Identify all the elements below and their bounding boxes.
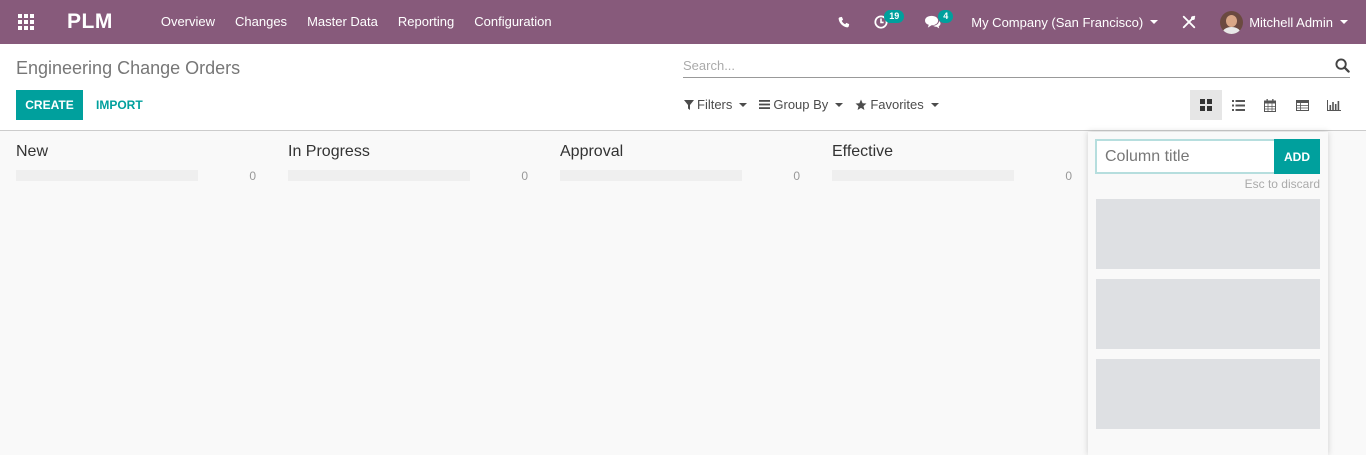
column-progress-bar[interactable] <box>16 170 198 181</box>
main-menu: Overview Changes Master Data Reporting C… <box>151 0 562 44</box>
filter-icon <box>684 99 694 110</box>
message-badge: 4 <box>938 10 954 23</box>
pivot-table-icon <box>1295 99 1309 111</box>
menu-item-overview[interactable]: Overview <box>151 0 225 44</box>
pivot-view-button[interactable] <box>1286 90 1318 120</box>
app-brand[interactable]: PLM <box>67 10 113 34</box>
import-button[interactable]: IMPORT <box>88 90 151 120</box>
company-name: My Company (San Francisco) <box>971 14 1144 30</box>
column-progress-bar[interactable] <box>288 170 470 181</box>
create-button[interactable]: CREATE <box>16 90 83 120</box>
company-switcher[interactable]: My Company (San Francisco) <box>963 15 1170 30</box>
filters-dropdown[interactable]: Filters <box>684 97 748 112</box>
user-menu[interactable]: Mitchell Admin <box>1208 10 1366 34</box>
apps-menu-icon[interactable] <box>4 0 48 44</box>
kanban-icon <box>1200 99 1212 111</box>
chevron-down-icon <box>1340 20 1348 24</box>
messages-icon[interactable]: 4 <box>912 0 954 44</box>
kanban-board: New 0 In Progress 0 Approval 0 Effective… <box>0 132 1366 455</box>
kanban-column-in-progress[interactable]: In Progress 0 <box>272 132 528 455</box>
list-icon <box>1231 99 1245 111</box>
bars-icon <box>759 100 771 109</box>
filters-label: Filters <box>697 97 733 112</box>
control-panel: Engineering Change Orders CREATE IMPORT … <box>0 44 1366 131</box>
column-title[interactable]: Approval <box>560 143 623 161</box>
debug-tools-icon[interactable] <box>1170 0 1208 44</box>
ghost-card <box>1096 279 1320 349</box>
column-title[interactable]: Effective <box>832 143 893 161</box>
column-count: 0 <box>249 169 256 183</box>
kanban-column-approval[interactable]: Approval 0 <box>544 132 800 455</box>
search-input[interactable] <box>683 56 1323 73</box>
favorites-label: Favorites <box>870 97 924 112</box>
menu-item-changes[interactable]: Changes <box>225 0 297 44</box>
ghost-card <box>1096 359 1320 429</box>
column-count: 0 <box>793 169 800 183</box>
bar-chart-icon <box>1327 99 1341 111</box>
column-title[interactable]: In Progress <box>288 143 370 161</box>
avatar <box>1220 10 1244 34</box>
search-icon[interactable] <box>1335 58 1350 78</box>
column-count: 0 <box>1065 169 1072 183</box>
calendar-view-button[interactable] <box>1254 90 1286 120</box>
column-count: 0 <box>521 169 528 183</box>
star-icon <box>855 99 867 110</box>
chevron-down-icon <box>835 102 844 107</box>
view-switcher <box>1190 90 1350 120</box>
chevron-down-icon <box>930 102 939 107</box>
navbar-systray: 19 4 My Company (San Francisco) Mitchell… <box>825 0 1366 44</box>
column-title-input[interactable] <box>1095 139 1275 174</box>
kanban-column-new[interactable]: New 0 <box>0 132 256 455</box>
search-options: Filters Group By Favorites <box>684 97 951 112</box>
column-quick-create: ADD Esc to discard <box>1088 132 1328 455</box>
group-by-dropdown[interactable]: Group By <box>759 97 844 112</box>
phone-icon[interactable] <box>825 0 862 44</box>
kanban-view-button[interactable] <box>1190 90 1222 120</box>
list-view-button[interactable] <box>1222 90 1254 120</box>
favorites-dropdown[interactable]: Favorites <box>855 97 939 112</box>
ghost-card <box>1096 199 1320 269</box>
chevron-down-icon <box>739 102 748 107</box>
group-by-label: Group By <box>773 97 829 112</box>
column-progress-bar[interactable] <box>560 170 742 181</box>
discard-hint: Esc to discard <box>1244 177 1320 191</box>
chevron-down-icon <box>1150 20 1159 24</box>
page-title: Engineering Change Orders <box>16 58 241 78</box>
menu-item-reporting[interactable]: Reporting <box>388 0 464 44</box>
user-name: Mitchell Admin <box>1249 14 1333 30</box>
add-column-button[interactable]: ADD <box>1274 139 1320 174</box>
search-bar <box>683 56 1350 78</box>
column-progress-bar[interactable] <box>832 170 1014 181</box>
top-navbar: PLM Overview Changes Master Data Reporti… <box>0 0 1366 44</box>
calendar-icon <box>1264 98 1276 112</box>
graph-view-button[interactable] <box>1318 90 1350 120</box>
activity-badge: 19 <box>884 10 905 23</box>
activity-clock-icon[interactable]: 19 <box>862 0 905 44</box>
kanban-column-effective[interactable]: Effective 0 <box>816 132 1072 455</box>
menu-item-master-data[interactable]: Master Data <box>297 0 388 44</box>
menu-item-configuration[interactable]: Configuration <box>464 0 561 44</box>
column-title[interactable]: New <box>16 143 48 161</box>
